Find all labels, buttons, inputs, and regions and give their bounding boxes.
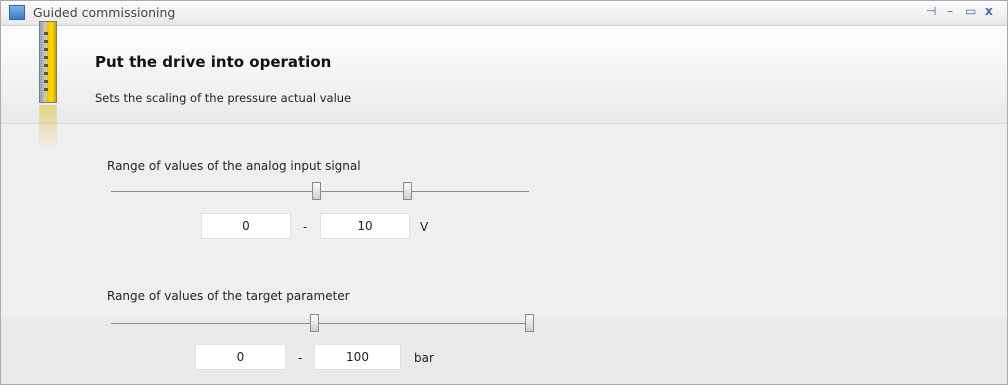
target-parameter-label: Range of values of the target parameter <box>107 289 350 303</box>
lower-band <box>1 319 1007 384</box>
maximize-icon[interactable]: ▭ <box>965 4 976 18</box>
target-parameter-separator: - <box>298 351 303 365</box>
window-icon <box>9 5 25 20</box>
analog-input-min-thumb[interactable] <box>312 182 321 200</box>
analog-input-max-field[interactable]: 10 <box>320 213 410 239</box>
target-parameter-min-field[interactable]: 0 <box>195 344 286 370</box>
analog-input-label: Range of values of the analog input sign… <box>107 159 361 173</box>
pin-icon[interactable]: ⊣ <box>926 4 936 18</box>
close-icon[interactable]: x <box>985 4 993 18</box>
analog-input-unit: V <box>420 220 429 234</box>
window-title: Guided commissioning <box>33 5 176 20</box>
page-header <box>1 26 1007 124</box>
drive-icon <box>39 21 57 103</box>
analog-input-max-thumb[interactable] <box>403 182 412 200</box>
analog-input-min-field[interactable]: 0 <box>201 213 291 239</box>
page-title: Put the drive into operation <box>95 53 332 71</box>
title-bar: Guided commissioning ⊣ – ▭ x <box>1 1 1007 26</box>
target-parameter-max-field[interactable]: 100 <box>314 344 401 370</box>
analog-input-separator: - <box>303 220 308 234</box>
target-parameter-unit: bar <box>414 351 434 365</box>
minimize-icon[interactable]: – <box>947 4 953 18</box>
guided-commissioning-window: Guided commissioning ⊣ – ▭ x Put the dri… <box>0 0 1008 385</box>
drive-reflection <box>39 105 57 153</box>
target-parameter-track[interactable] <box>111 323 533 324</box>
target-parameter-max-thumb[interactable] <box>525 314 534 332</box>
page-subtitle: Sets the scaling of the pressure actual … <box>95 91 352 105</box>
target-parameter-min-thumb[interactable] <box>310 314 319 332</box>
